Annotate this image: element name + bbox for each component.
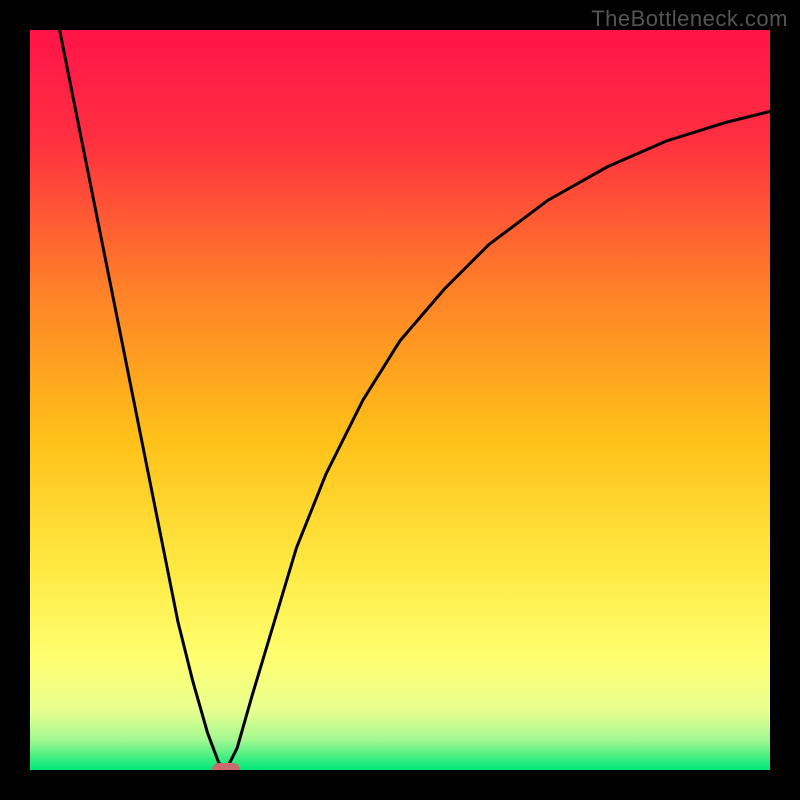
curve-left-branch bbox=[60, 30, 227, 770]
minimum-marker bbox=[212, 763, 240, 770]
watermark-text: TheBottleneck.com bbox=[591, 6, 788, 32]
curve-right-branch bbox=[226, 111, 770, 770]
chart-container bbox=[30, 30, 770, 770]
curve-plot bbox=[30, 30, 770, 770]
